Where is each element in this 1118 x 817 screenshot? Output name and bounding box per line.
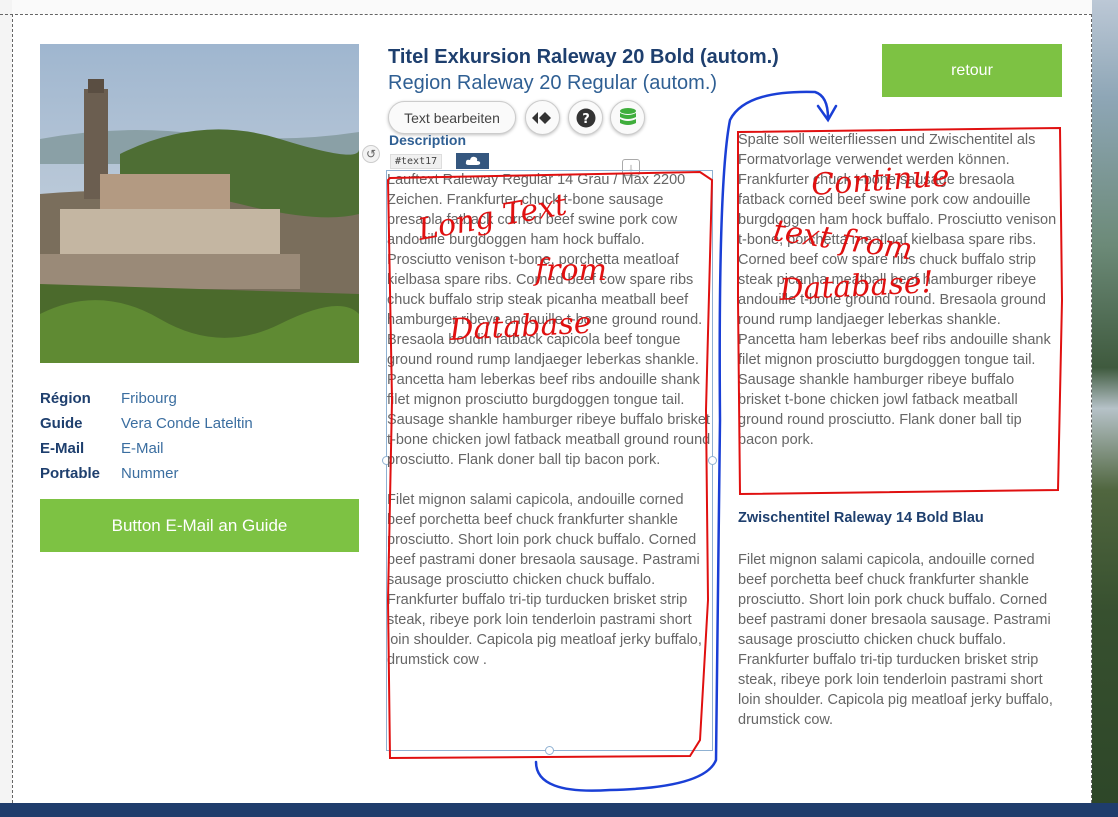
info-label: E-Mail <box>40 440 85 457</box>
help-icon[interactable]: ? <box>568 100 603 135</box>
info-value: Fribourg <box>121 390 177 407</box>
text-edit-button[interactable]: Text bearbeiten <box>388 101 516 134</box>
info-label: Région <box>40 390 91 407</box>
paragraph: Lauftext Raleway Regular 14 Grau / Max 2… <box>387 172 711 468</box>
info-row-email: E-Mail E-Mail <box>40 436 253 461</box>
info-row-guide: Guide Vera Conde Lateltin <box>40 411 253 436</box>
resize-handle-bottom[interactable] <box>545 746 554 755</box>
paragraph: Filet mignon salami capicola, andouille … <box>738 552 1053 728</box>
info-label: Portable <box>40 465 101 482</box>
text-column-3: Filet mignon salami capicola, andouille … <box>738 550 1058 750</box>
undo-icon[interactable]: ↺ <box>362 145 380 163</box>
footer-bar <box>0 803 1118 817</box>
email-guide-button[interactable]: Button E-Mail an Guide <box>40 499 359 552</box>
database-icon[interactable] <box>610 100 645 135</box>
cloud-icon[interactable] <box>456 153 489 169</box>
excursion-photo <box>40 44 359 363</box>
frame-guide-right <box>1091 14 1092 803</box>
paragraph: Filet mignon salami capicola, andouille … <box>387 492 702 668</box>
paragraph: Spalte soll weiterfliessen und Zwischent… <box>738 132 1057 448</box>
frame-guide-left <box>12 14 13 803</box>
subheading: Zwischentitel Raleway 14 Bold Blau <box>738 510 984 526</box>
info-label: Guide <box>40 415 83 432</box>
text-column-2: Spalte soll weiterfliessen und Zwischent… <box>738 130 1058 470</box>
background-photo-strip <box>1092 0 1118 817</box>
frame-guide-top <box>0 14 1092 15</box>
page-subtitle: Region Raleway 20 Regular (autom.) <box>388 72 718 94</box>
info-value-email-link[interactable]: E-Mail <box>121 440 164 457</box>
text-column-1[interactable]: Lauftext Raleway Regular 14 Grau / Max 2… <box>387 170 713 690</box>
element-tag: #text17 <box>390 154 443 169</box>
excursion-info: Région Fribourg Guide Vera Conde Latelti… <box>40 386 253 486</box>
diamond-arrows-icon[interactable] <box>525 100 560 135</box>
page-title: Titel Exkursion Raleway 20 Bold (autom.) <box>388 46 779 68</box>
info-row-region: Région Fribourg <box>40 386 253 411</box>
top-ruler <box>0 0 1118 14</box>
description-label: Description <box>389 132 467 148</box>
svg-text:?: ? <box>582 112 590 127</box>
retour-button[interactable]: retour <box>882 44 1062 97</box>
info-value: Nummer <box>121 465 179 482</box>
info-row-portable: Portable Nummer <box>40 461 253 486</box>
left-margin <box>0 0 12 817</box>
info-value: Vera Conde Lateltin <box>121 415 253 432</box>
